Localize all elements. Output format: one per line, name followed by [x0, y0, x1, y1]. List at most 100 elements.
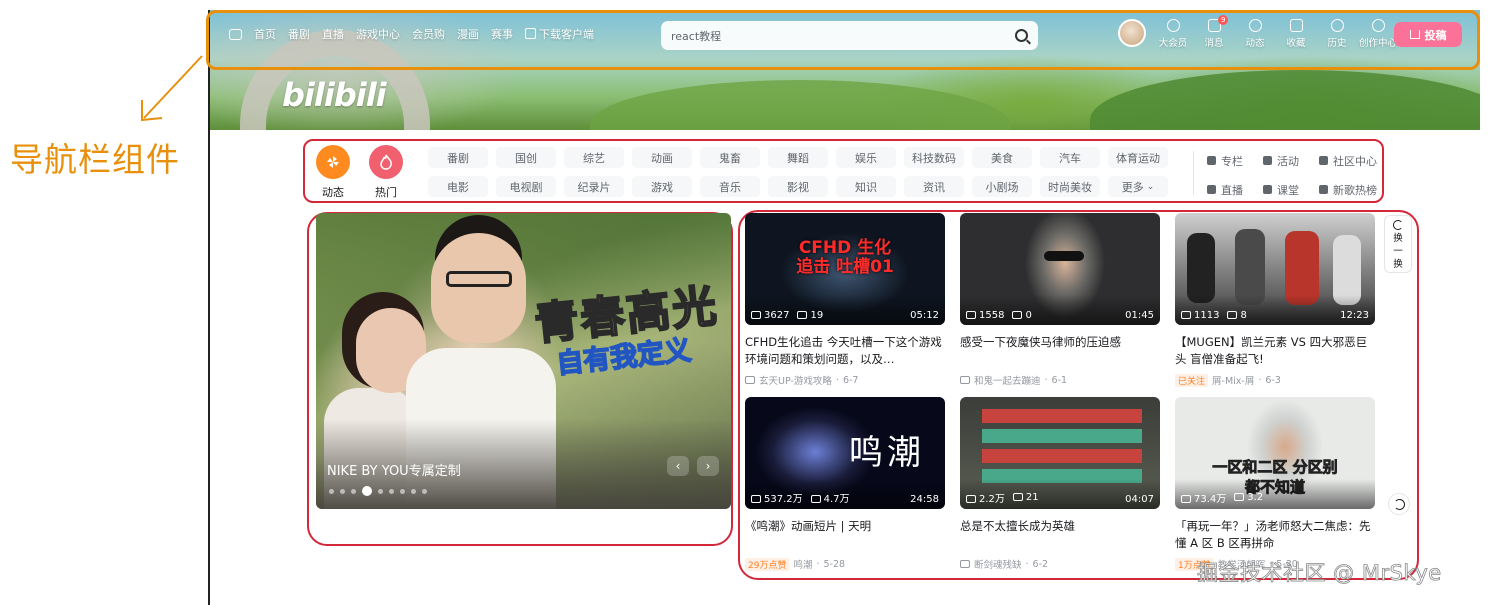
cover-text: CFHD 生化追击 吐槽01	[796, 238, 894, 277]
video-thumbnail[interactable]: 2.2万 21 04:07	[960, 397, 1160, 509]
nav-item-anime[interactable]: 番剧	[288, 26, 310, 42]
video-stats: 1113 8	[1181, 310, 1247, 321]
nav-item-game-center[interactable]: 游戏中心	[356, 26, 400, 42]
category-food[interactable]: 美食	[972, 147, 1032, 168]
video-thumbnail[interactable]: 1558 0 01:45	[960, 213, 1160, 325]
category-more-label: 更多	[1121, 180, 1144, 194]
video-card[interactable]: 1558 0 01:45 感受一下夜魔侠马律师的压迫感 和鬼一起去蹦迪 · 6-…	[960, 213, 1160, 387]
category-film[interactable]: 影视	[768, 176, 828, 197]
bilibili-logo[interactable]: bilibili	[282, 76, 387, 114]
category-game[interactable]: 游戏	[632, 176, 692, 197]
video-card[interactable]: 一区和二区 分区别都不知道 73.4万 3.2 「再玩一年？」汤老师怒大二焦虑：…	[1175, 397, 1375, 571]
carousel-dot[interactable]	[400, 488, 405, 494]
video-card[interactable]: 1113 8 12:23 【MUGEN】凯兰元素 VS 四大邪恶巨头 盲僧准备起…	[1175, 213, 1375, 387]
video-author[interactable]: 断剑魂残缺	[974, 557, 1022, 571]
video-author[interactable]: 屑-Mix-屑	[1212, 373, 1254, 387]
category-guochuang[interactable]: 国创	[496, 147, 556, 168]
link-column[interactable]: 专栏	[1207, 150, 1263, 171]
nav-item-download[interactable]: 下载客户端	[525, 26, 594, 42]
video-thumbnail[interactable]: CFHD 生化追击 吐槽01 3627 19 05:12	[745, 213, 945, 325]
nav-item-favorite[interactable]: 收藏	[1279, 19, 1313, 49]
carousel-dot[interactable]	[351, 488, 356, 494]
top-nav-left: 首页 番剧 直播 游戏中心 会员购 漫画 赛事 下载客户端	[229, 26, 594, 42]
category-fashion[interactable]: 时尚美妆	[1040, 176, 1100, 197]
category-dance[interactable]: 舞蹈	[768, 147, 828, 168]
avatar[interactable]	[1118, 19, 1146, 47]
nav-item-manga[interactable]: 漫画	[457, 26, 479, 42]
danmaku-icon	[797, 311, 808, 319]
nav-item-history[interactable]: 历史	[1320, 19, 1354, 49]
nav-item-member-shop[interactable]: 会员购	[412, 26, 445, 42]
hot-channel-button[interactable]	[369, 145, 403, 179]
carousel-caption[interactable]: NIKE BY YOU专属定制	[327, 460, 461, 479]
video-author[interactable]: 和鬼一起去蹦迪	[974, 373, 1041, 387]
category-knowledge[interactable]: 知识	[836, 176, 896, 197]
video-title[interactable]: 总是不太擅长成为英雄	[960, 518, 1160, 552]
video-card[interactable]: 鸣潮 537.2万 4.7万 24:58 《鸣潮》动画短片 | 天明 29万点赞…	[745, 397, 945, 571]
video-title[interactable]: CFHD生化追击 今天吐槽一下这个游戏环境问题和策划问题，以及…	[745, 334, 945, 368]
carousel-dot[interactable]	[362, 486, 372, 496]
carousel-dot[interactable]	[329, 488, 334, 494]
category-more[interactable]: 更多 ⌄	[1108, 176, 1168, 197]
category-anime[interactable]: 番剧	[428, 147, 488, 168]
search-input[interactable]	[671, 29, 1015, 42]
category-car[interactable]: 汽车	[1040, 147, 1100, 168]
nav-item-home[interactable]: 首页	[254, 26, 276, 42]
video-title[interactable]: 感受一下夜魔侠马律师的压迫感	[960, 334, 1160, 368]
play-count: 3627	[751, 310, 789, 321]
danmaku-count-value: 8	[1240, 310, 1247, 321]
video-title[interactable]: 「再玩一年？」汤老师怒大二焦虑：先懂 A 区 B 区再拼命	[1175, 518, 1375, 552]
video-date: 6-3	[1265, 374, 1281, 386]
vip-icon	[1166, 19, 1180, 32]
link-live[interactable]: 直播	[1207, 179, 1263, 200]
banner-carousel[interactable]: 青春高光 自有我定义 NIKE BY YOU专属定制 ‹ ›	[316, 213, 731, 509]
video-card[interactable]: CFHD 生化追击 吐槽01 3627 19 05:12 CFHD生化追击 今天…	[745, 213, 945, 387]
dynamic-channel-button[interactable]	[316, 145, 350, 179]
category-animation[interactable]: 动画	[632, 147, 692, 168]
category-tech[interactable]: 科技数码	[904, 147, 964, 168]
upload-button[interactable]: 投稿	[1394, 22, 1462, 47]
carousel-dot[interactable]	[422, 488, 427, 494]
carousel-dot[interactable]	[411, 488, 416, 494]
video-author[interactable]: 玄天UP-游戏攻略	[759, 373, 832, 387]
category-music[interactable]: 音乐	[700, 176, 760, 197]
nav-item-live[interactable]: 直播	[322, 26, 344, 42]
carousel-prev-button[interactable]: ‹	[667, 456, 689, 476]
refresh-button[interactable]: 换 一 换	[1384, 215, 1412, 273]
category-kichiku[interactable]: 鬼畜	[700, 147, 760, 168]
category-entertainment[interactable]: 娱乐	[836, 147, 896, 168]
link-community[interactable]: 社区中心	[1319, 150, 1381, 171]
video-thumbnail[interactable]: 1113 8 12:23	[1175, 213, 1375, 325]
nav-item-esports[interactable]: 赛事	[491, 26, 513, 42]
video-card[interactable]: 2.2万 21 04:07 总是不太擅长成为英雄 断剑魂残缺 · 6-2	[960, 397, 1160, 571]
carousel-dot[interactable]	[378, 488, 383, 494]
nav-item-dynamic[interactable]: 动态	[1238, 19, 1272, 49]
nav-item-creator[interactable]: 创作中心	[1359, 19, 1397, 49]
search-icon[interactable]	[1015, 29, 1028, 42]
carousel-next-button[interactable]: ›	[697, 456, 719, 476]
play-count-value: 2.2万	[979, 494, 1005, 505]
replay-button[interactable]	[1388, 493, 1410, 515]
category-news[interactable]: 资讯	[904, 176, 964, 197]
video-author[interactable]: 鸣潮	[793, 557, 812, 571]
nav-item-vip[interactable]: 大会员	[1156, 19, 1190, 49]
link-activity[interactable]: 活动	[1263, 150, 1319, 171]
video-thumbnail[interactable]: 一区和二区 分区别都不知道 73.4万 3.2	[1175, 397, 1375, 509]
category-movie[interactable]: 电影	[428, 176, 488, 197]
category-documentary[interactable]: 纪录片	[564, 176, 624, 197]
category-mini-theater[interactable]: 小剧场	[972, 176, 1032, 197]
category-tv[interactable]: 电视剧	[496, 176, 556, 197]
category-variety[interactable]: 综艺	[564, 147, 624, 168]
link-classroom[interactable]: 课堂	[1263, 179, 1319, 200]
danmaku-count-value: 21	[1025, 492, 1039, 503]
video-thumbnail[interactable]: 鸣潮 537.2万 4.7万 24:58	[745, 397, 945, 509]
category-sports[interactable]: 体育运动	[1108, 147, 1168, 168]
fighter-art	[1187, 233, 1215, 303]
danmaku-count: 3.2	[1234, 492, 1263, 503]
carousel-dot[interactable]	[389, 488, 394, 494]
video-title[interactable]: 【MUGEN】凯兰元素 VS 四大邪恶巨头 盲僧准备起飞!	[1175, 334, 1375, 368]
nav-item-message[interactable]: 9 消息	[1197, 15, 1231, 49]
video-title[interactable]: 《鸣潮》动画短片 | 天明	[745, 518, 945, 552]
carousel-dot[interactable]	[340, 488, 345, 494]
link-music-chart[interactable]: 新歌热榜	[1319, 179, 1381, 200]
